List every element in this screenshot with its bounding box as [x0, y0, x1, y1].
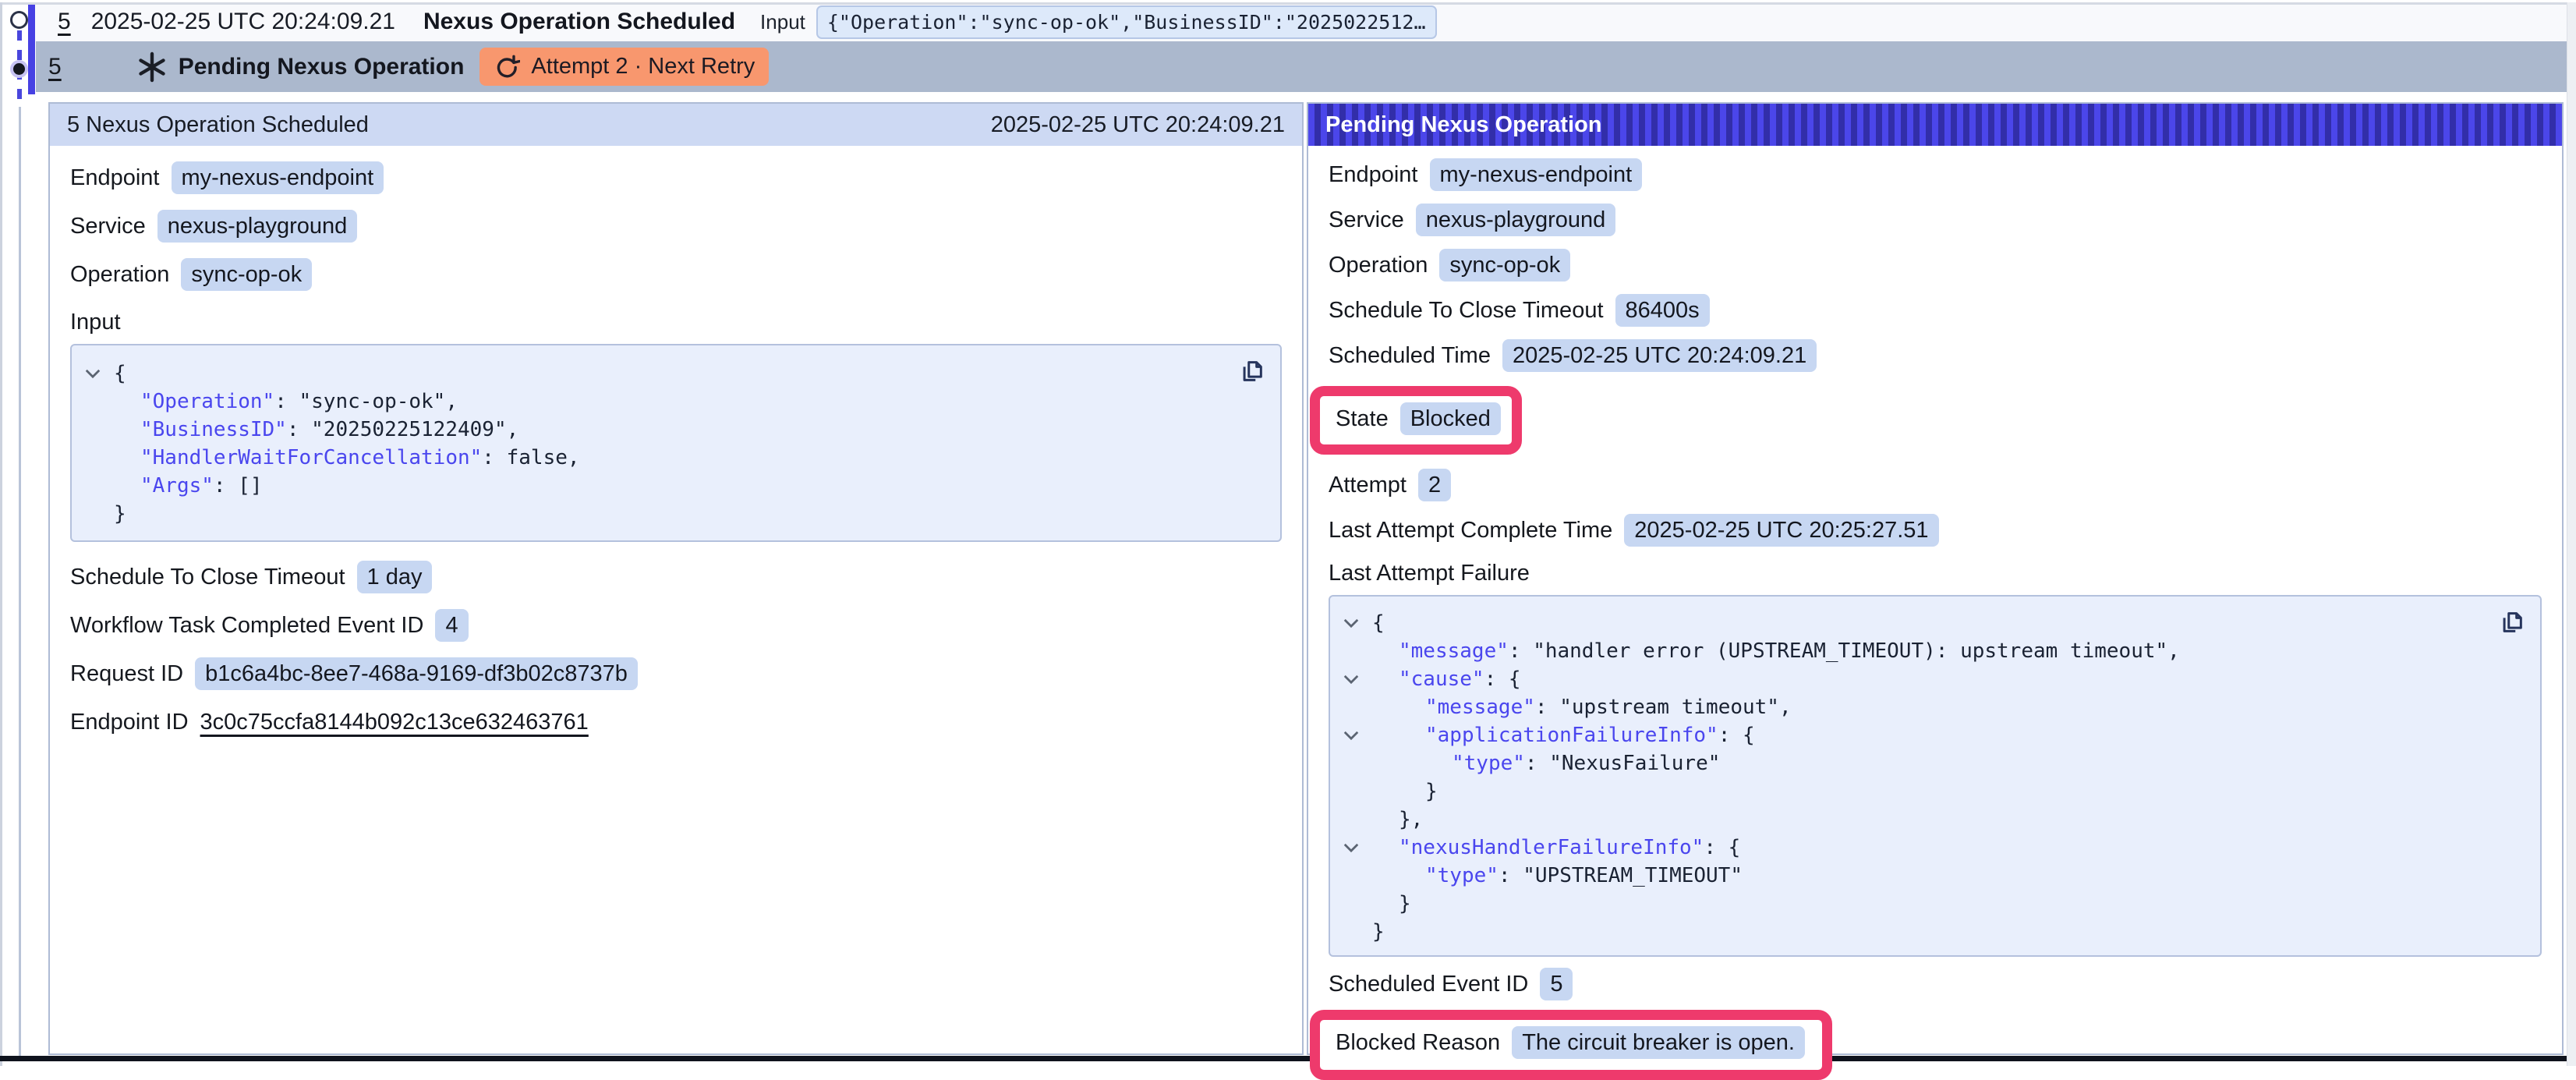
page-root: { "colors": { "accent_indigo": "#4741e3"…: [0, 2, 2576, 1066]
window-top-border: [0, 2, 2576, 5]
timeline-dot-open-icon: [10, 11, 28, 29]
event-detail-card-title: 5 Nexus Operation Scheduled: [67, 112, 369, 138]
field-service: Service nexus-playground: [1329, 204, 2542, 236]
field-service: Service nexus-playground: [70, 210, 1282, 243]
input-preview-chip[interactable]: {"Operation":"sync-op-ok","BusinessID":"…: [816, 5, 1437, 39]
chevron-down-icon[interactable]: [1343, 730, 1372, 741]
retry-badge-label: Attempt 2 · Next Retry: [531, 54, 755, 80]
pending-operation-title: Pending Nexus Operation: [179, 54, 465, 80]
endpoint-chip: my-nexus-endpoint: [1430, 158, 1643, 191]
event-detail-card-time: 2025-02-25 UTC 20:24:09.21: [991, 112, 1285, 138]
active-event-indicator-bar: [28, 5, 35, 94]
blocked-reason-chip: The circuit breaker is open.: [1512, 1026, 1805, 1059]
pending-event-id-link[interactable]: 5: [48, 54, 62, 80]
pending-asterisk-icon: [136, 51, 168, 83]
field-last-attempt-complete-time: Last Attempt Complete Time 2025-02-25 UT…: [1329, 514, 2542, 547]
field-operation: Operation sync-op-ok: [70, 258, 1282, 291]
attempt-chip: 2: [1418, 469, 1451, 501]
copy-icon[interactable]: [2498, 609, 2526, 637]
service-chip: nexus-playground: [1416, 204, 1616, 236]
event-id-link[interactable]: 5: [58, 9, 71, 35]
field-schedule-to-close-timeout: Schedule To Close Timeout 86400s: [1329, 294, 2542, 327]
event-detail-card-header: 5 Nexus Operation Scheduled 2025-02-25 U…: [50, 104, 1302, 146]
annotation-highlight-state: State Blocked: [1310, 386, 1522, 455]
last-attempt-time-chip: 2025-02-25 UTC 20:25:27.51: [1624, 514, 1938, 547]
endpoint-id-link[interactable]: 3c0c75ccfa8144b092c13ce632463761: [200, 706, 589, 738]
field-endpoint: Endpoint my-nexus-endpoint: [1329, 158, 2542, 191]
chevron-down-icon[interactable]: [1343, 618, 1372, 629]
window-left-border: [0, 2, 2, 1066]
chevron-down-icon[interactable]: [1343, 674, 1372, 685]
wft-event-id-chip: 4: [435, 609, 468, 642]
field-attempt: Attempt 2: [1329, 469, 2542, 501]
input-json-viewer: { "Operation": "sync-op-ok", "BusinessID…: [70, 344, 1282, 542]
pending-operation-card-header: Pending Nexus Operation: [1308, 104, 2562, 146]
timeout-chip: 86400s: [1615, 294, 1710, 327]
request-id-chip: b1c6a4bc-8ee7-468a-9169-df3b02c8737b: [195, 657, 638, 690]
input-section-label: Input: [70, 308, 1282, 336]
input-label: Input: [760, 10, 805, 34]
timeline-dot-filled-icon: [10, 60, 28, 78]
pending-operation-card: Pending Nexus Operation Endpoint my-nexu…: [1307, 102, 2564, 1055]
event-detail-card: 5 Nexus Operation Scheduled 2025-02-25 U…: [48, 102, 1304, 1055]
field-workflow-task-completed-event-id: Workflow Task Completed Event ID 4: [70, 609, 1282, 642]
event-timeline-gutter: [0, 2, 47, 1066]
event-rows: 5 2025-02-25 UTC 20:24:09.21 Nexus Opera…: [36, 2, 2567, 92]
failure-json-viewer: { "message": "handler error (UPSTREAM_TI…: [1329, 595, 2542, 957]
field-request-id: Request ID b1c6a4bc-8ee7-468a-9169-df3b0…: [70, 657, 1282, 690]
field-scheduled-time: Scheduled Time 2025-02-25 UTC 20:24:09.2…: [1329, 339, 2542, 372]
event-summary-row[interactable]: 5 2025-02-25 UTC 20:24:09.21 Nexus Opera…: [36, 2, 2567, 41]
retry-icon: [494, 54, 520, 80]
field-state: State Blocked: [1336, 402, 1501, 435]
field-endpoint-id: Endpoint ID 3c0c75ccfa8144b092c13ce63246…: [70, 706, 1282, 738]
annotation-highlight-blocked-reason: Blocked Reason The circuit breaker is op…: [1310, 1010, 1832, 1080]
section-bottom-divider: [0, 1056, 2567, 1061]
event-time: 2025-02-25 UTC 20:24:09.21: [91, 9, 395, 35]
retry-status-badge: Attempt 2 · Next Retry: [479, 48, 769, 86]
timeline-line: [19, 107, 21, 1056]
chevron-down-icon[interactable]: [1343, 842, 1372, 853]
scheduled-time-chip: 2025-02-25 UTC 20:24:09.21: [1502, 339, 1817, 372]
endpoint-chip: my-nexus-endpoint: [172, 161, 384, 194]
operation-chip: sync-op-ok: [1439, 249, 1570, 282]
state-blocked-chip: Blocked: [1400, 402, 1501, 435]
scrollbar-track[interactable]: [2567, 2, 2576, 1066]
pending-operation-card-title: Pending Nexus Operation: [1325, 112, 1602, 138]
last-attempt-failure-label: Last Attempt Failure: [1329, 559, 2542, 587]
field-schedule-to-close-timeout: Schedule To Close Timeout 1 day: [70, 561, 1282, 593]
event-title: Nexus Operation Scheduled: [423, 9, 735, 35]
copy-icon[interactable]: [1238, 358, 1266, 386]
scheduled-event-id-chip: 5: [1540, 968, 1573, 1000]
timeout-chip: 1 day: [357, 561, 433, 593]
pending-operation-row[interactable]: 5 Pending Nexus Operation Attempt 2 · Ne…: [36, 41, 2567, 92]
service-chip: nexus-playground: [157, 210, 358, 243]
field-blocked-reason: Blocked Reason The circuit breaker is op…: [1336, 1026, 1805, 1059]
chevron-down-icon[interactable]: [84, 368, 114, 379]
field-operation: Operation sync-op-ok: [1329, 249, 2542, 282]
field-scheduled-event-id: Scheduled Event ID 5: [1329, 968, 2542, 1000]
field-endpoint: Endpoint my-nexus-endpoint: [70, 161, 1282, 194]
detail-panels: 5 Nexus Operation Scheduled 2025-02-25 U…: [48, 102, 2576, 1055]
operation-chip: sync-op-ok: [181, 258, 312, 291]
